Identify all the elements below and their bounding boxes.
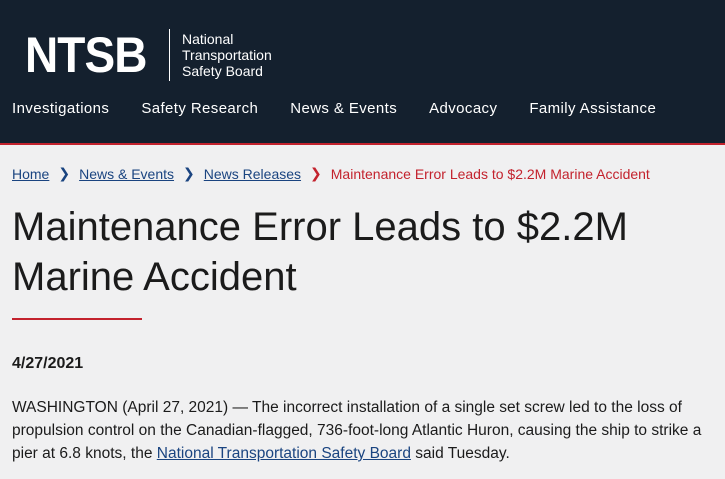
main-nav: Investigations Safety Research News & Ev… <box>0 100 725 117</box>
site-header: NTSB National Transportation Safety Boar… <box>0 0 725 145</box>
page-title: Maintenance Error Leads to $2.2M Marine … <box>12 205 628 299</box>
breadcrumb-news-releases[interactable]: News Releases <box>204 166 301 182</box>
nav-advocacy[interactable]: Advocacy <box>429 100 497 117</box>
logo-text: National Transportation Safety Board <box>182 31 272 79</box>
logo-mark: NTSB <box>25 27 147 83</box>
ntsb-logo[interactable]: NTSB National Transportation Safety Boar… <box>25 29 272 81</box>
nav-family-assistance[interactable]: Family Assistance <box>529 100 656 117</box>
breadcrumb-current: Maintenance Error Leads to $2.2M Marine … <box>330 165 650 182</box>
logo-divider <box>169 29 170 81</box>
nav-investigations[interactable]: Investigations <box>12 100 109 117</box>
breadcrumb-news-events[interactable]: News & Events <box>79 166 174 182</box>
nav-news-events[interactable]: News & Events <box>290 100 397 117</box>
article-date: 4/27/2021 <box>12 355 84 372</box>
chevron-right-icon: ❯ <box>183 165 195 181</box>
breadcrumb: Home ❯ News & Events ❯ News Releases ❯ M… <box>12 165 650 182</box>
logo-line-2: Transportation <box>182 47 272 63</box>
chevron-right-icon: ❯ <box>310 165 322 181</box>
article-body: WASHINGTON (April 27, 2021) — The incorr… <box>12 396 717 465</box>
title-underline <box>12 318 142 320</box>
chevron-right-icon: ❯ <box>58 165 71 181</box>
breadcrumb-home[interactable]: Home <box>12 166 49 182</box>
nav-safety-research[interactable]: Safety Research <box>141 100 258 117</box>
ntsb-link[interactable]: National Transportation Safety Board <box>157 445 411 462</box>
logo-line-3: Safety Board <box>182 63 263 79</box>
body-text-end: said Tuesday. <box>410 445 510 462</box>
logo-line-1: National <box>182 31 234 47</box>
header-accent-border <box>0 143 725 145</box>
